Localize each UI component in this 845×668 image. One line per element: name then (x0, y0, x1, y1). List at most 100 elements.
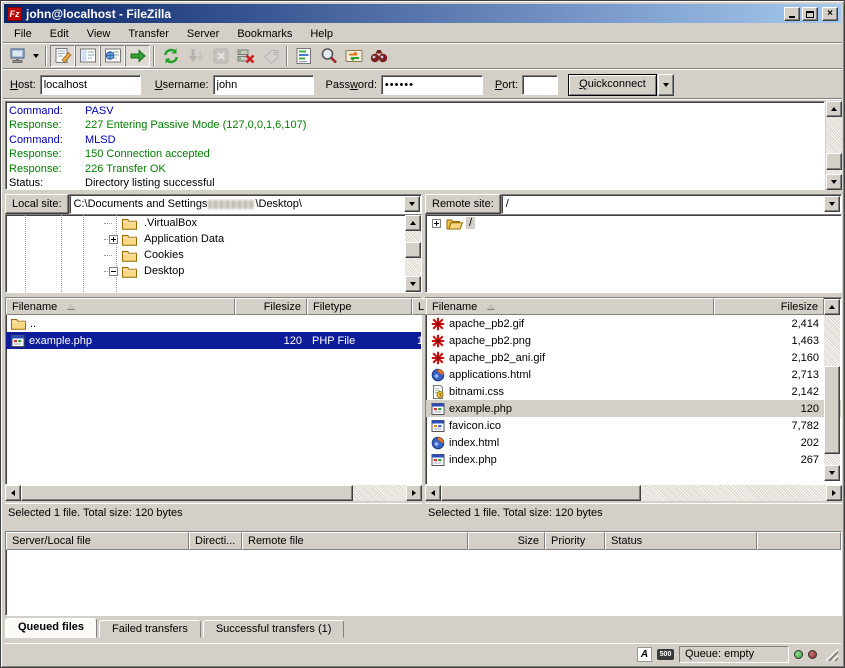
tab-failed-transfers[interactable]: Failed transfers (99, 620, 201, 638)
scroll-thumb[interactable] (824, 366, 840, 454)
queue-column-serverlocalfile[interactable]: Server/Local file (6, 532, 189, 550)
scroll-right-button[interactable] (406, 485, 422, 501)
column-header-filename[interactable]: Filename (6, 298, 235, 315)
log-line-label: Response: (9, 118, 85, 132)
remote-site-path-combo[interactable]: / (501, 194, 842, 214)
menu-item-bookmarks[interactable]: Bookmarks (228, 26, 301, 42)
menu-item-view[interactable]: View (78, 26, 120, 42)
compare-directories-button[interactable] (316, 45, 341, 67)
local-list-hscrollbar[interactable] (5, 485, 422, 501)
tree-item-label: .VirtualBox (141, 217, 200, 229)
local-tree-scrollbar[interactable] (405, 215, 421, 292)
title-bar[interactable]: Fz john@localhost - FileZilla × (4, 4, 841, 23)
tree-item[interactable]: .VirtualBox (6, 215, 421, 231)
file-row[interactable]: apache_pb2_ani.gif2,160 (426, 349, 841, 366)
toggle-message-log-button[interactable] (50, 45, 75, 67)
menu-item-transfer[interactable]: Transfer (119, 26, 178, 42)
file-row[interactable]: .. (6, 315, 421, 332)
refresh-button[interactable] (158, 45, 183, 67)
file-row[interactable]: favicon.ico7,782 (426, 417, 841, 434)
port-input[interactable] (522, 75, 558, 95)
toolbar (5, 44, 840, 68)
scroll-down-button[interactable] (405, 276, 421, 292)
expand-icon[interactable] (109, 235, 118, 244)
toggle-remote-tree-button[interactable] (100, 45, 125, 67)
maximize-button[interactable] (802, 7, 818, 21)
local-path-dropdown-button[interactable] (404, 196, 420, 212)
tab-successful-transfers-[interactable]: Successful transfers (1) (203, 620, 345, 638)
file-row[interactable]: example.php120PHP File1 (6, 332, 421, 349)
reconnect-button[interactable] (258, 45, 283, 67)
remote-list-hscrollbar[interactable] (425, 485, 842, 501)
scroll-thumb[interactable] (405, 242, 421, 258)
file-row[interactable]: apache_pb2.png1,463 (426, 332, 841, 349)
disconnect-button[interactable] (233, 45, 258, 67)
scroll-thumb[interactable] (826, 153, 842, 170)
queue-column-size[interactable]: Size (468, 532, 545, 550)
column-header-filetype[interactable]: Filetype (307, 298, 412, 315)
redacted-username (208, 200, 254, 209)
queue-column-priority[interactable]: Priority (545, 532, 605, 550)
file-row[interactable]: bitnami.css2,142 (426, 383, 841, 400)
toggle-transfer-queue-button[interactable] (125, 45, 150, 67)
scroll-left-button[interactable] (425, 485, 441, 501)
collapse-icon[interactable] (109, 267, 118, 276)
directory-filters-button[interactable] (291, 45, 316, 67)
quickconnect-button[interactable]: Quickconnect (568, 74, 657, 96)
menu-item-file[interactable]: File (5, 26, 41, 42)
queue-column-status[interactable]: Status (605, 532, 757, 550)
column-header-filename[interactable]: Filename (426, 298, 714, 315)
remote-path-dropdown-button[interactable] (824, 196, 840, 212)
log-line: Response:226 Transfer OK (9, 162, 821, 176)
scroll-up-button[interactable] (405, 215, 421, 231)
queue-column-directi[interactable]: Directi... (189, 532, 242, 550)
menu-item-help[interactable]: Help (301, 26, 342, 42)
file-row[interactable]: apache_pb2.gif2,414 (426, 315, 841, 332)
file-row[interactable]: index.php267 (426, 451, 841, 468)
transfer-type-icon[interactable]: A (637, 647, 652, 662)
scroll-down-button[interactable] (824, 465, 840, 481)
scroll-right-button[interactable] (826, 485, 842, 501)
scroll-up-button[interactable] (826, 101, 842, 117)
synchronized-browsing-button[interactable] (341, 45, 366, 67)
tree-item[interactable]: / (426, 215, 841, 231)
remote-list-scrollbar[interactable] (824, 299, 840, 481)
site-manager-dropdown-button[interactable] (30, 45, 42, 67)
menu-item-server[interactable]: Server (178, 26, 228, 42)
file-apache-icon (431, 351, 445, 365)
cancel-operation-button[interactable] (208, 45, 233, 67)
site-manager-button[interactable] (5, 45, 30, 67)
scroll-left-button[interactable] (5, 485, 21, 501)
queue-column-remotefile[interactable]: Remote file (242, 532, 468, 550)
message-log-scrollbar[interactable] (826, 101, 842, 190)
file-row[interactable]: applications.html2,713 (426, 366, 841, 383)
local-site-path-combo[interactable]: C:\Documents and Settings\Desktop\ (69, 194, 422, 214)
file-cell-filetype: PHP File (307, 335, 412, 347)
find-files-button[interactable] (366, 45, 391, 67)
resize-grip[interactable] (824, 647, 838, 661)
password-input[interactable] (381, 75, 483, 95)
expand-icon[interactable] (432, 219, 441, 228)
file-row[interactable]: example.php120 (426, 400, 841, 417)
queue-tab-bar: Queued filesFailed transfersSuccessful t… (5, 618, 346, 638)
file-row[interactable]: index.html202 (426, 434, 841, 451)
scroll-thumb[interactable] (441, 485, 641, 501)
scroll-down-button[interactable] (826, 174, 842, 190)
toggle-local-tree-button[interactable] (75, 45, 100, 67)
tree-item[interactable]: Application Data (6, 231, 421, 247)
tree-item[interactable]: Cookies (6, 247, 421, 263)
column-header-filesize[interactable]: Filesize (235, 298, 307, 315)
minimize-button[interactable] (784, 7, 800, 21)
speed-limit-icon[interactable]: 500 (657, 649, 674, 660)
quickconnect-dropdown-button[interactable] (658, 74, 674, 96)
tree-item[interactable]: Desktop (6, 263, 421, 279)
scroll-thumb[interactable] (21, 485, 353, 501)
close-button[interactable]: × (822, 7, 838, 21)
process-queue-button[interactable] (183, 45, 208, 67)
tab-queued-files[interactable]: Queued files (5, 618, 97, 638)
column-header-label: Filesize (781, 301, 818, 313)
column-header-filesize[interactable]: Filesize (714, 298, 824, 315)
username-input[interactable] (213, 75, 314, 95)
host-input[interactable] (40, 75, 141, 95)
menu-item-edit[interactable]: Edit (41, 26, 78, 42)
